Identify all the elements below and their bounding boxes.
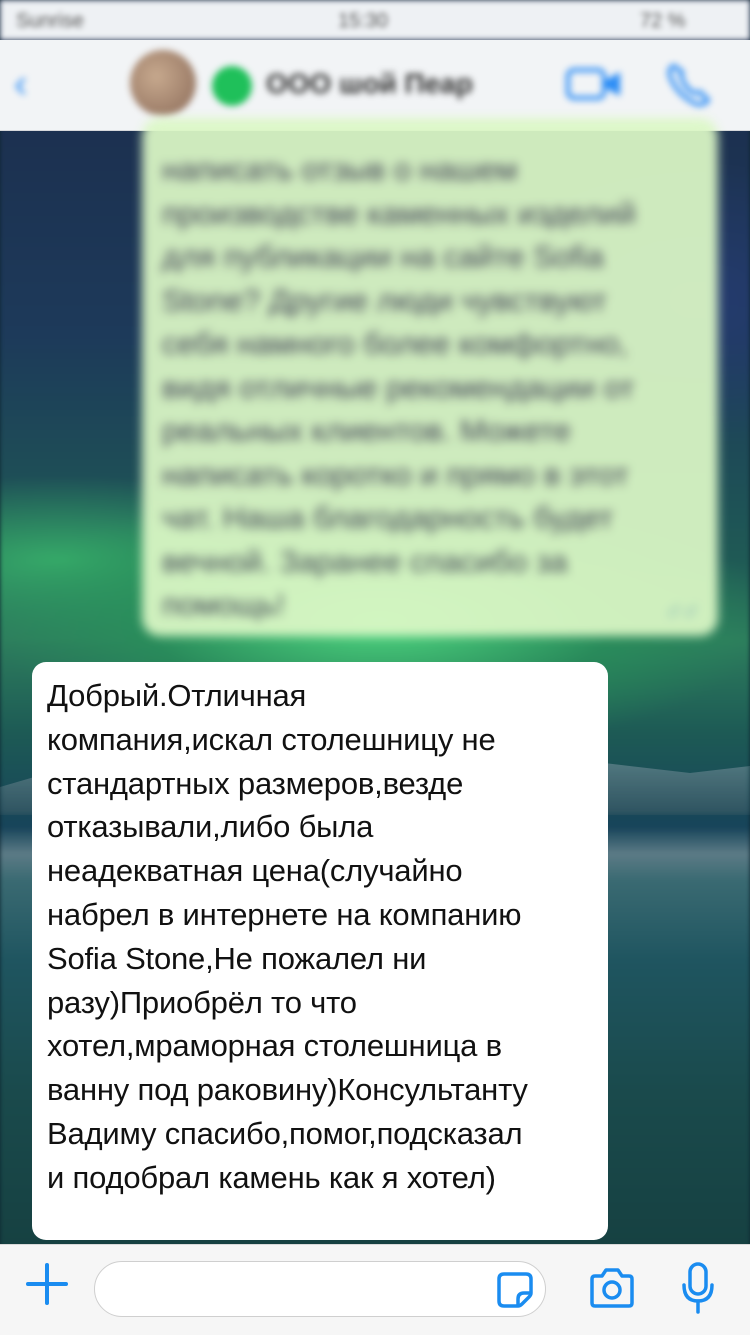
incoming-message-text: Добрый.Отличная компания,искал столешниц…	[47, 678, 528, 1195]
status-bar: Sunrise 15:30 72 %	[0, 0, 750, 40]
read-receipt-icon: ✓✓	[666, 601, 700, 623]
battery-level: 72 %	[640, 10, 686, 32]
plus-icon[interactable]	[24, 1261, 70, 1307]
outgoing-message-bubble[interactable]: написать отзыв о нашем производстве каме…	[142, 118, 718, 636]
camera-icon[interactable]	[588, 1267, 636, 1309]
message-input[interactable]	[94, 1261, 546, 1317]
contact-name[interactable]: ООО шой Пеар	[266, 68, 473, 100]
phone-icon[interactable]	[664, 60, 714, 110]
chevron-left-icon[interactable]: ‹	[14, 62, 27, 107]
incoming-message-bubble[interactable]: Добрый.Отличная компания,искал столешниц…	[32, 662, 608, 1240]
carrier-label: Sunrise	[16, 10, 84, 32]
microphone-icon[interactable]	[680, 1261, 716, 1315]
avatar[interactable]	[130, 50, 196, 116]
message-input-bar	[0, 1244, 750, 1335]
online-indicator	[212, 66, 252, 106]
clock: 15:30	[338, 10, 389, 32]
outgoing-message-text: написать отзыв о нашем производстве каме…	[162, 152, 636, 622]
video-camera-icon[interactable]	[566, 66, 622, 102]
sticker-icon[interactable]	[496, 1271, 534, 1309]
